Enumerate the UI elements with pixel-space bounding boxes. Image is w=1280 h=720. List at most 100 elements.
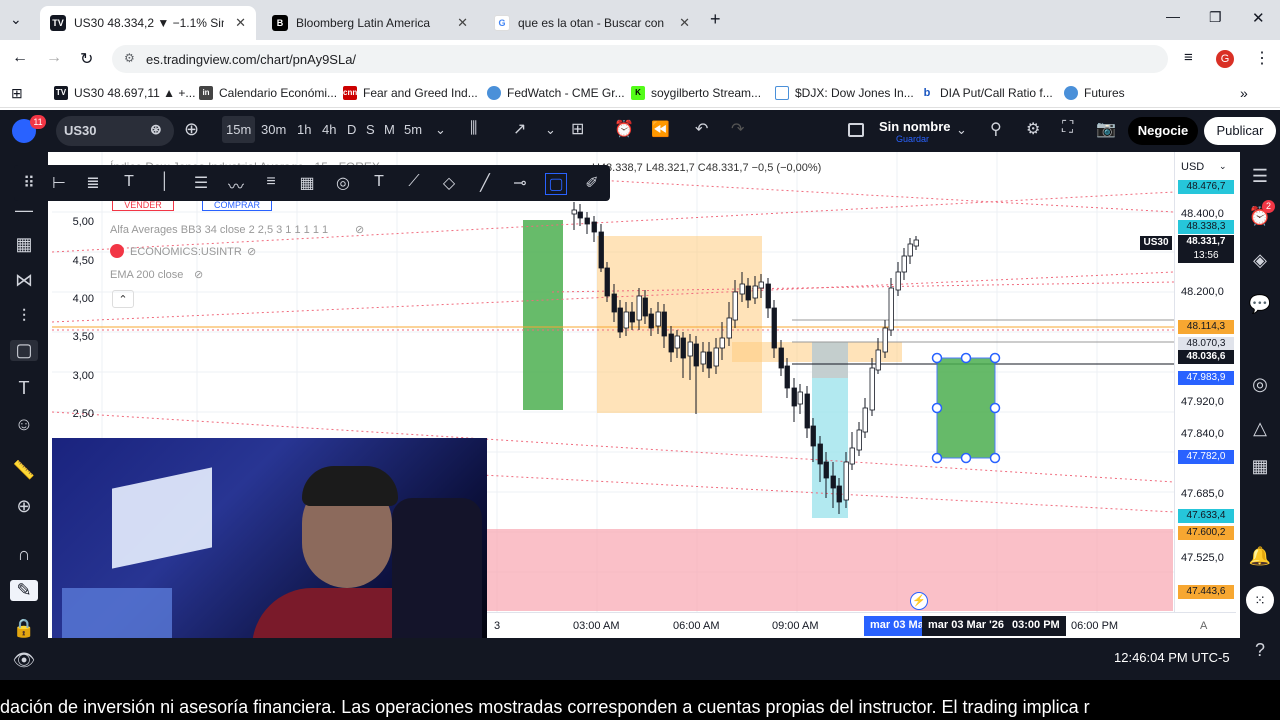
trendline-icon[interactable]: ⟋ (403, 173, 425, 191)
symbol-search[interactable]: US30 ⊛ (56, 116, 174, 146)
interval-30m[interactable]: 30m (261, 122, 286, 137)
candle-type-icon[interactable]: ⫼ (470, 120, 477, 138)
snapshot-icon[interactable]: 📷 (1096, 119, 1116, 139)
ruler-icon[interactable]: 📏 (12, 460, 36, 481)
hidden-eye-icon[interactable]: ⊘ (194, 268, 203, 281)
interval-5m[interactable]: 5m (404, 122, 422, 137)
interval-s[interactable]: S (366, 122, 375, 137)
notifications-icon[interactable]: 🔔 (1248, 546, 1272, 567)
hidden-eye-icon[interactable]: ⊘ (247, 245, 256, 258)
fib-icon[interactable]: ⫶ (12, 306, 36, 327)
alert-clock-icon[interactable]: ⏰ (614, 119, 634, 139)
templates-icon[interactable]: ⊞ (571, 119, 584, 139)
hidden-eye-icon[interactable]: ⊘ (355, 223, 364, 236)
auto-scale-button[interactable]: A (1200, 620, 1207, 632)
bookmark-item[interactable]: Ksoygilberto Stream... (631, 86, 761, 100)
redo-icon[interactable]: ↷ (731, 119, 744, 139)
chevron-down-icon[interactable]: ⌄ (1219, 161, 1227, 172)
zigzag-icon[interactable]: 〰 (225, 173, 247, 197)
lines-icon[interactable]: ☰ (190, 173, 212, 193)
undo-icon[interactable]: ↶ (695, 119, 708, 139)
bookmark-item[interactable]: FedWatch - CME Gr... (487, 86, 625, 100)
crosshair-icon[interactable]: — (12, 200, 36, 221)
ideas-icon[interactable]: △ (1248, 418, 1272, 439)
forward-icon[interactable]: → (46, 49, 62, 67)
add-symbol-icon[interactable]: ⊕ (184, 119, 199, 140)
emoji-icon[interactable]: ☺ (12, 414, 36, 435)
collapse-legend-icon[interactable]: ⌃ (112, 290, 134, 308)
text-anchor-icon[interactable]: T (118, 173, 140, 191)
parallel-channel-icon[interactable]: ≣ (82, 173, 104, 193)
reload-icon[interactable]: ↻ (80, 49, 93, 69)
tab-search-icon[interactable]: ⌄ (10, 11, 22, 28)
compare-icon[interactable]: ⊛ (150, 121, 162, 138)
interval-1h[interactable]: 1h (297, 122, 311, 137)
replay-icon[interactable]: ⏪ (651, 120, 670, 138)
bookmark-item[interactable]: cnn Fear and Greed Ind... (343, 86, 478, 100)
menu-icon[interactable]: ⋮ (1254, 48, 1270, 68)
text-icon[interactable]: T (368, 173, 390, 191)
close-window-icon[interactable]: ✕ (1252, 9, 1265, 27)
publish-button[interactable]: Publicar (1204, 117, 1276, 145)
minimize-icon[interactable]: — (1166, 8, 1180, 24)
media-icon[interactable]: ≡ (1184, 49, 1193, 66)
bookmark-item[interactable]: Futures (1064, 86, 1125, 100)
bookmark-item[interactable]: $DJX: Dow Jones In... (775, 86, 914, 100)
currency-selector[interactable]: USD (1181, 161, 1204, 173)
fib-levels-icon[interactable]: ≡ (260, 173, 282, 191)
draw-mode-icon[interactable]: ✎ (10, 580, 38, 601)
close-icon[interactable]: ✕ (679, 15, 690, 31)
fullscreen-icon[interactable]: ⛶ (1062, 119, 1073, 137)
help-icon[interactable]: ? (1248, 640, 1272, 661)
bookmark-item[interactable]: b DIA Put/Call Ratio f... (920, 86, 1053, 100)
lock-icon[interactable]: 🔒 (12, 618, 36, 639)
restore-icon[interactable]: ❐ (1209, 9, 1222, 26)
profile-avatar[interactable]: G (1216, 50, 1234, 68)
bookmark-item[interactable]: TV US30 48.697,11 ▲ +... (54, 86, 195, 100)
brush-icon[interactable]: ✐ (581, 173, 603, 193)
lightning-icon[interactable]: ⚡ (910, 592, 928, 610)
interval-15m[interactable]: 15m (222, 116, 256, 143)
zoom-icon[interactable]: ⊕ (12, 496, 36, 517)
more-bookmarks-icon[interactable]: » (1240, 85, 1248, 101)
layout-save-label[interactable]: Guardar (896, 134, 929, 144)
horizontal-range-icon[interactable]: ⊢ (48, 173, 70, 193)
circle-icon[interactable]: ◎ (332, 173, 354, 193)
layout-icon[interactable] (848, 123, 864, 137)
visibility-icon[interactable]: 👁 (12, 650, 36, 671)
pattern-icon[interactable]: ⋈ (12, 270, 36, 291)
trade-button[interactable]: Negocie (1128, 117, 1198, 145)
back-icon[interactable]: ← (12, 49, 28, 67)
target-icon[interactable]: ◎ (1248, 374, 1272, 395)
watchlist-icon[interactable]: ☰ (1248, 166, 1272, 187)
magnet-icon[interactable]: ∩ (12, 544, 36, 565)
site-info-icon[interactable]: ⚙ (124, 51, 135, 65)
quick-search-icon[interactable]: ⚲ (990, 119, 1002, 139)
close-icon[interactable]: ✕ (457, 15, 468, 31)
apps-icon[interactable]: ⊞ (11, 85, 23, 102)
bookmark-item[interactable]: in Calendario Económi... (199, 86, 337, 100)
tab-tradingview[interactable]: TV US30 48.334,2 ▼ −1.1% Sin nor ✕ (40, 6, 256, 40)
path-icon[interactable]: ◇ (438, 173, 460, 193)
drag-handle-icon[interactable]: ⠿ (18, 173, 40, 193)
indicator-legend[interactable]: Alfa Averages BB3 34 close 2 2,5 3 1 1 1… (110, 224, 328, 236)
interval-4h[interactable]: 4h (322, 122, 336, 137)
vertical-line-icon[interactable]: │ (154, 173, 176, 191)
horizontal-ray-icon[interactable]: ⊸ (509, 173, 531, 193)
layers-icon[interactable]: ◈ (1248, 250, 1272, 271)
calendar-icon[interactable]: ▦ (1248, 456, 1272, 477)
indicator-legend[interactable]: EMA 200 close (110, 269, 183, 281)
text-tool-icon[interactable]: T (12, 378, 36, 399)
tab-google[interactable]: G que es la otan - Buscar con Goo ✕ (484, 6, 700, 40)
table-icon[interactable]: ▦ (296, 173, 318, 193)
interval-m[interactable]: M (384, 122, 395, 137)
rectangle-icon[interactable]: ▢ (545, 173, 567, 195)
clock-timezone[interactable]: 12:46:04 PM UTC-5 (1114, 650, 1230, 665)
indicators-icon[interactable]: ↗ (513, 119, 526, 139)
url-field[interactable]: ⚙ es.tradingview.com/chart/pnAy9SLa/ (112, 45, 1168, 73)
new-tab-icon[interactable]: + (710, 9, 721, 30)
indicator-legend[interactable]: ECONOMICS:USINTR (130, 246, 242, 258)
tab-bloomberg[interactable]: B Bloomberg Latin America ✕ (262, 6, 478, 40)
interval-d[interactable]: D (347, 122, 356, 137)
chevron-down-icon[interactable]: ⌄ (956, 122, 967, 138)
